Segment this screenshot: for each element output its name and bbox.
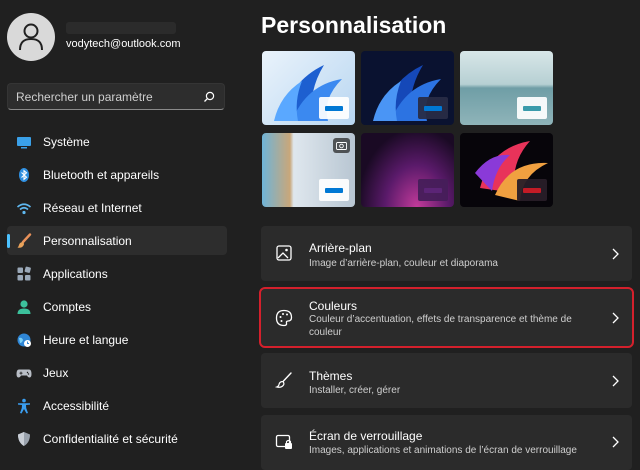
theme-flow[interactable] [460, 133, 553, 207]
sidebar-item-systeme[interactable]: Système [7, 127, 227, 156]
card-description: Images, applications et animations de l’… [309, 445, 577, 456]
chevron-right-icon [612, 436, 619, 448]
sidebar-item-label: Réseau et Internet [43, 200, 142, 215]
palette-icon [274, 308, 294, 328]
sidebar-item-label: Système [43, 134, 90, 149]
theme-captured-motion[interactable] [262, 133, 355, 207]
sidebar-nav: Système Bluetooth et appareils Réseau et… [7, 127, 227, 457]
avatar[interactable] [7, 13, 55, 61]
search-input[interactable] [16, 89, 202, 104]
sidebar-item-label: Bluetooth et appareils [43, 167, 160, 182]
chevron-right-icon [612, 248, 619, 260]
card-title: Couleurs [309, 299, 358, 313]
theme-glow[interactable] [460, 51, 553, 125]
sidebar-item-heure-langue[interactable]: Heure et langue [7, 325, 227, 354]
sidebar-item-comptes[interactable]: Comptes [7, 292, 227, 321]
sidebar-item-label: Personnalisation [43, 233, 132, 248]
card-title: Arrière-plan [309, 241, 372, 255]
system-icon [16, 134, 32, 150]
theme-windows-light[interactable] [262, 51, 355, 125]
sidebar-item-personnalisation[interactable]: Personnalisation [7, 226, 227, 255]
shield-icon [16, 431, 32, 447]
brush-icon [16, 232, 32, 249]
search-box[interactable] [7, 83, 225, 110]
card-description: Image d’arrière-plan, couleur et diapora… [309, 258, 498, 269]
chevron-right-icon [612, 312, 619, 324]
camera-icon [333, 138, 350, 153]
sidebar-item-label: Accessibilité [43, 398, 110, 413]
theme-sunrise[interactable] [361, 133, 454, 207]
sidebar-item-jeux[interactable]: Jeux [7, 358, 227, 387]
search-icon[interactable] [202, 90, 216, 104]
sidebar-item-label: Heure et langue [43, 332, 129, 347]
user-icon [19, 23, 43, 51]
chevron-right-icon [612, 375, 619, 387]
sidebar-item-label: Jeux [43, 365, 69, 380]
sidebar-item-label: Comptes [43, 299, 92, 314]
lock-screen-icon [274, 432, 294, 452]
wifi-icon [16, 200, 32, 216]
bluetooth-icon [16, 167, 32, 183]
sidebar-item-accessibilite[interactable]: Accessibilité [7, 391, 227, 420]
globe-icon [16, 332, 32, 348]
card-description: Installer, créer, gérer [309, 385, 401, 396]
theme-windows-dark[interactable] [361, 51, 454, 125]
sidebar-item-confidentialite[interactable]: Confidentialité et sécurité [7, 424, 227, 453]
sidebar-item-bluetooth[interactable]: Bluetooth et appareils [7, 160, 227, 189]
setting-card-couleurs[interactable]: Couleurs Couleur d’accentuation, effets … [259, 287, 634, 348]
sidebar-item-applications[interactable]: Applications [7, 259, 227, 288]
setting-card-arriere-plan[interactable]: Arrière-plan Image d’arrière-plan, coule… [261, 226, 632, 281]
page-title: Personnalisation [261, 12, 447, 38]
card-title: Thèmes [309, 369, 353, 383]
card-title: Écran de verrouillage [309, 429, 423, 443]
gamepad-icon [16, 365, 32, 381]
sidebar-item-label: Applications [43, 266, 108, 281]
picture-icon [274, 243, 294, 263]
sidebar-item-reseau[interactable]: Réseau et Internet [7, 193, 227, 222]
brush-icon [274, 370, 294, 390]
accessibility-icon [16, 398, 32, 414]
user-name [66, 22, 176, 34]
card-description: Couleur d’accentuation, effets de transp… [309, 314, 572, 338]
apps-icon [16, 266, 32, 282]
account-icon [16, 299, 32, 315]
sidebar-item-label: Confidentialité et sécurité [43, 431, 178, 446]
user-email: vodytech@outlook.com [66, 38, 181, 50]
sidebar: vodytech@outlook.com Système Bluetooth e… [0, 0, 240, 463]
setting-card-ecran-verrouillage[interactable]: Écran de verrouillage Images, applicatio… [261, 415, 632, 470]
setting-card-themes[interactable]: Thèmes Installer, créer, gérer [261, 353, 632, 408]
